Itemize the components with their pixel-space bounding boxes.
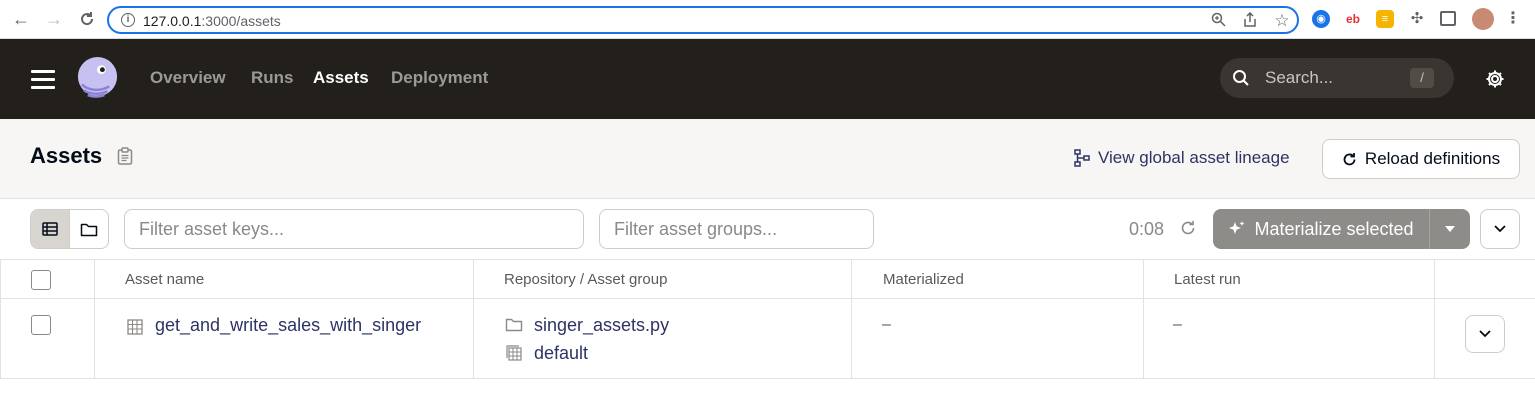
address-bar[interactable]: i 127.0.0.1:3000/assets ☆ [107, 6, 1299, 34]
materialize-selected-label: Materialize selected [1254, 218, 1414, 239]
browser-menu-icon[interactable]: ⋮ [1504, 10, 1522, 28]
folder-icon [80, 223, 97, 236]
sparkle-icon [1229, 221, 1245, 234]
side-panel-icon[interactable] [1440, 11, 1456, 26]
page-header: Assets View global asset lineage Reload … [0, 119, 1535, 199]
repository-link[interactable]: singer_assets.py [534, 315, 669, 336]
share-icon[interactable] [1241, 11, 1259, 30]
hamburger-menu-icon[interactable] [31, 70, 55, 89]
extension-translate-icon[interactable]: ◉ [1312, 10, 1330, 28]
caret-down-icon [1445, 226, 1455, 232]
reload-definitions-label: Reload definitions [1364, 149, 1501, 168]
view-toggle [30, 209, 109, 249]
header-asset-name: Asset name [125, 271, 205, 288]
materialized-value: – [882, 316, 891, 333]
dagster-logo[interactable] [74, 55, 121, 102]
copy-clipboard-icon[interactable] [117, 147, 133, 165]
extensions-puzzle-icon[interactable]: ✣ [1408, 10, 1426, 28]
nav-assets[interactable]: Assets [313, 68, 369, 88]
reload-icon[interactable] [76, 8, 98, 30]
zoom-icon[interactable] [1209, 12, 1227, 30]
asset-group-icon [506, 345, 522, 361]
browser-toolbar: ← → i 127.0.0.1:3000/assets ☆ ◉ eb ≡ ✣ ⋮ [0, 0, 1535, 39]
asset-toolbar: 0:08 Materialize selected [0, 199, 1535, 259]
page-title: Assets [30, 143, 103, 168]
forward-arrow-icon[interactable]: → [43, 8, 65, 30]
site-info-icon[interactable]: i [121, 13, 135, 27]
table-row: get_and_write_sales_with_singer singer_a… [0, 299, 1535, 379]
select-all-checkbox[interactable] [31, 270, 51, 290]
reload-definitions-button[interactable]: Reload definitions [1322, 139, 1520, 179]
list-view-toggle[interactable] [31, 210, 70, 248]
materialize-options-dropdown[interactable] [1430, 209, 1470, 249]
materialize-button-group: Materialize selected [1213, 209, 1470, 249]
view-lineage-link[interactable]: View global asset lineage [1074, 148, 1290, 168]
nav-deployment[interactable]: Deployment [391, 68, 488, 88]
reload-icon [1343, 152, 1356, 165]
extension-notes-icon[interactable]: ≡ [1376, 10, 1394, 28]
asset-name-link[interactable]: get_and_write_sales_with_singer [155, 315, 421, 336]
gear-icon[interactable] [1485, 69, 1505, 89]
extension-ebay-icon[interactable]: eb [1344, 10, 1362, 28]
row-checkbox[interactable] [31, 315, 51, 335]
search-box[interactable]: Search... / [1220, 58, 1454, 98]
chevron-down-icon [1479, 330, 1491, 338]
more-actions-button[interactable] [1480, 209, 1520, 249]
nav-overview[interactable]: Overview [150, 68, 226, 88]
refresh-icon[interactable] [1180, 220, 1196, 236]
nav-runs[interactable]: Runs [251, 68, 294, 88]
search-placeholder: Search... [1265, 68, 1334, 87]
profile-avatar[interactable] [1472, 8, 1494, 30]
view-lineage-label: View global asset lineage [1098, 148, 1290, 167]
header-materialized: Materialized [883, 271, 964, 288]
lineage-icon [1074, 149, 1090, 167]
repository-folder-icon [505, 318, 523, 332]
back-arrow-icon[interactable]: ← [10, 8, 32, 30]
search-icon [1233, 70, 1249, 86]
table-header: Asset name Repository / Asset group Mate… [0, 259, 1535, 299]
refresh-timer: 0:08 [1129, 219, 1165, 239]
materialize-selected-button[interactable]: Materialize selected [1213, 209, 1430, 249]
asset-group-link[interactable]: default [534, 343, 588, 364]
filter-asset-groups-input[interactable] [599, 209, 874, 249]
latest-run-value: – [1173, 316, 1182, 333]
folder-view-toggle[interactable] [70, 210, 109, 248]
chevron-down-icon [1494, 225, 1506, 233]
filter-asset-keys-input[interactable] [124, 209, 584, 249]
header-repository-group: Repository / Asset group [504, 271, 668, 288]
list-view-icon [42, 222, 58, 236]
search-shortcut-key: / [1410, 68, 1434, 88]
header-latest-run: Latest run [1174, 271, 1241, 288]
bookmark-star-icon[interactable]: ☆ [1273, 12, 1291, 30]
table-asset-icon [127, 319, 143, 335]
row-actions-button[interactable] [1465, 315, 1505, 353]
app-header: Overview Runs Assets Deployment Search..… [0, 39, 1535, 119]
url-text: 127.0.0.1:3000/assets [143, 13, 281, 29]
